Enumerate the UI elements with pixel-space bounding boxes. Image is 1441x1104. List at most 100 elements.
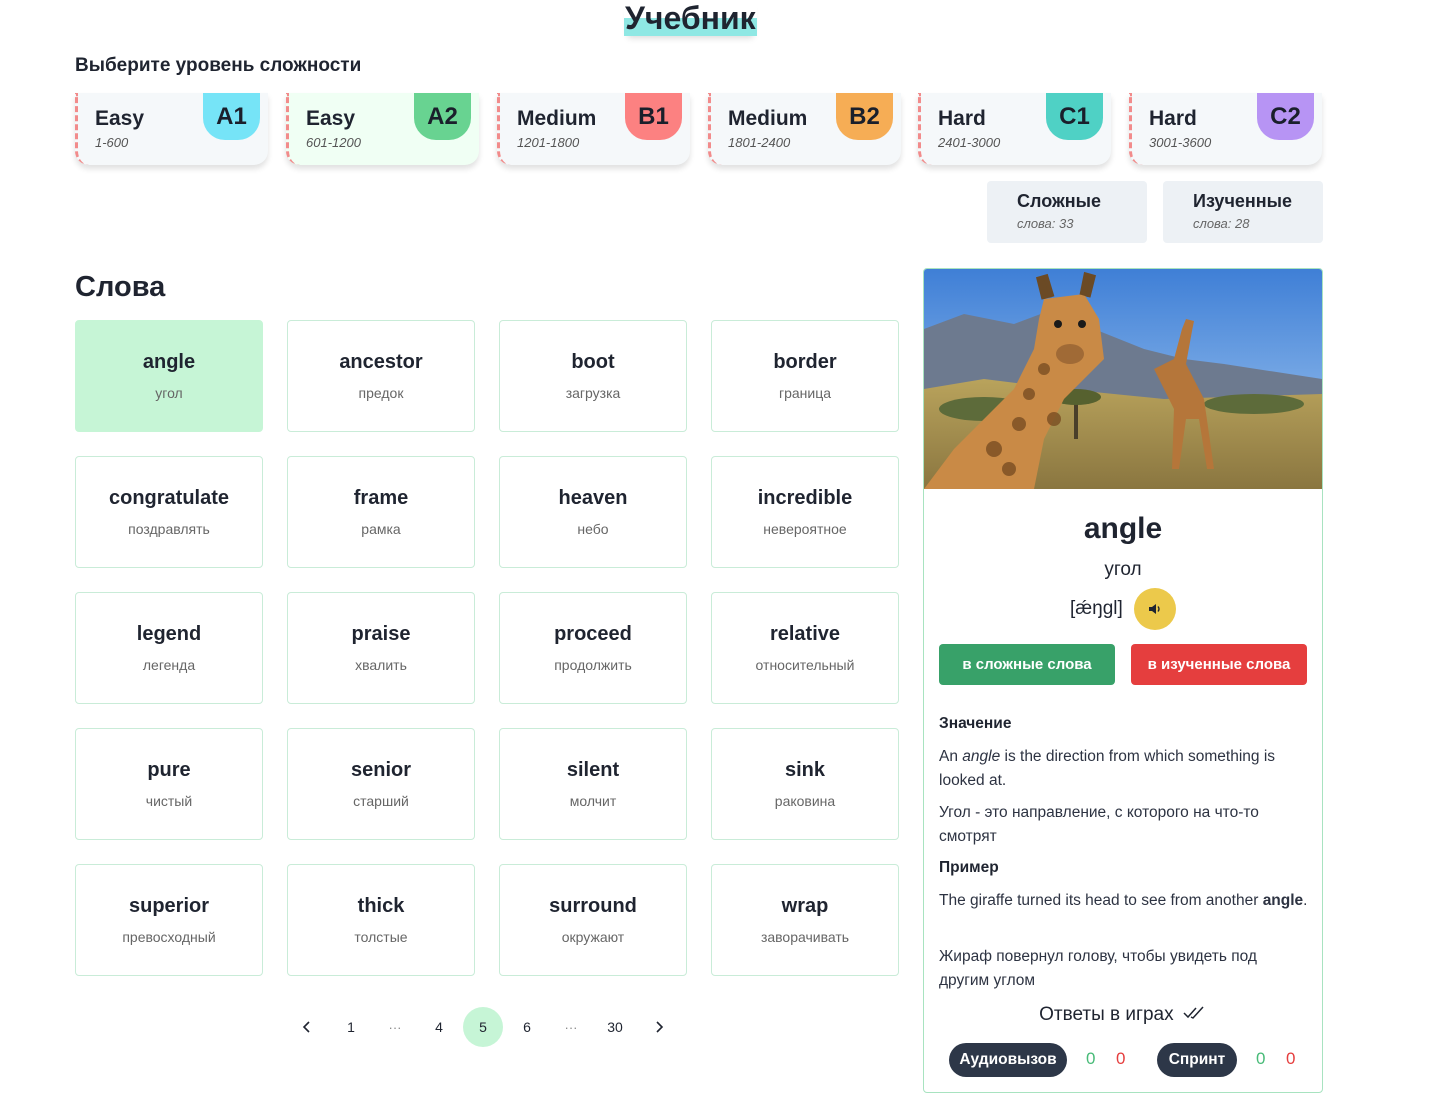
level-card-c1[interactable]: Hard 2401-3000 C1	[918, 93, 1111, 165]
word-english: angle	[142, 351, 196, 373]
double-check-icon	[1183, 1006, 1204, 1019]
word-translation: угол	[155, 385, 183, 401]
words-heading: Слова	[75, 271, 166, 303]
level-card-b2[interactable]: Medium 1801-2400 B2	[708, 93, 901, 165]
word-english: senior	[350, 759, 412, 781]
word-english: sink	[784, 759, 826, 781]
word-translation: превосходный	[122, 929, 216, 945]
word-card-congratulate[interactable]: congratulate поздравлять	[75, 456, 263, 568]
word-card-border[interactable]: border граница	[711, 320, 899, 432]
word-translation: поздравлять	[128, 521, 210, 537]
word-grid: angle угол ancestor предок boot загрузка borde…	[75, 320, 899, 976]
word-english: pure	[147, 759, 191, 781]
detail-translation: угол	[1104, 559, 1142, 580]
learned-words-section[interactable]: Изученные слова: 28	[1163, 181, 1323, 243]
word-card-surround[interactable]: surround окружают	[499, 864, 687, 976]
add-to-learned-button[interactable]: в изученные слова	[1131, 644, 1307, 685]
word-translation: молчит	[569, 793, 617, 809]
word-card-proceed[interactable]: proceed продолжить	[499, 592, 687, 704]
meaning-text: An angle is the direction from which som…	[939, 748, 1276, 789]
audio-play-button[interactable]	[1134, 588, 1176, 630]
pagination: 1 ··· 4 5 6 ··· 30	[287, 1007, 679, 1047]
level-card-a2[interactable]: Easy 601-1200 A2	[286, 93, 479, 165]
level-name: Medium	[728, 107, 808, 130]
word-english: heaven	[558, 487, 628, 509]
word-card-ancestor[interactable]: ancestor предок	[287, 320, 475, 432]
section-title: Сложные	[1017, 191, 1101, 211]
page-button-6[interactable]: 6	[507, 1007, 547, 1047]
page-button-4[interactable]: 4	[419, 1007, 459, 1047]
word-translation: рамка	[361, 521, 401, 537]
level-badge: C1	[1046, 93, 1103, 140]
detail-word: angle	[1083, 512, 1163, 545]
level-card-a1[interactable]: Easy 1-600 A1	[75, 93, 268, 165]
level-range: 601-1200	[306, 135, 361, 150]
add-to-hard-button[interactable]: в сложные слова	[939, 644, 1115, 685]
word-card-frame[interactable]: frame рамка	[287, 456, 475, 568]
word-translation: граница	[778, 385, 832, 401]
example-translation: Жираф повернул голову, чтобы увидеть под…	[939, 948, 1257, 989]
page-button-5[interactable]: 5	[463, 1007, 503, 1047]
word-english: surround	[549, 895, 637, 917]
section-count: слова: 33	[1017, 216, 1074, 231]
level-range: 1801-2400	[728, 135, 791, 150]
word-english: boot	[571, 351, 615, 373]
page-button-1[interactable]: 1	[331, 1007, 371, 1047]
sprint-right-count: 0	[1256, 1049, 1266, 1068]
word-card-heaven[interactable]: heaven небо	[499, 456, 687, 568]
word-translation: окружают	[561, 929, 625, 945]
page-ellipsis: ···	[388, 1019, 402, 1035]
level-card-b1[interactable]: Medium 1201-1800 B1	[497, 93, 690, 165]
word-card-angle[interactable]: angle угол	[75, 320, 263, 432]
word-translation: чистый	[145, 793, 193, 809]
word-card-praise[interactable]: praise хвалить	[287, 592, 475, 704]
level-badge: A2	[414, 93, 471, 140]
level-range: 2401-3000	[938, 135, 1001, 150]
game-answers-title: Ответы в играх	[924, 1004, 1322, 1026]
audiocall-right-count: 0	[1086, 1049, 1096, 1068]
word-card-sink[interactable]: sink раковина	[711, 728, 899, 840]
word-translation: продолжить	[554, 657, 632, 673]
word-card-relative[interactable]: relative относительный	[711, 592, 899, 704]
next-page-icon[interactable]	[639, 1007, 679, 1047]
word-card-incredible[interactable]: incredible невероятное	[711, 456, 899, 568]
word-translation: раковина	[774, 793, 836, 809]
hard-words-section[interactable]: Сложные слова: 33	[987, 181, 1147, 243]
level-badge: C2	[1257, 93, 1314, 140]
word-translation: толстые	[354, 929, 408, 945]
page-title: Учебник	[624, 0, 757, 36]
word-card-pure[interactable]: pure чистый	[75, 728, 263, 840]
detail-transcription: [ǽŋgl]	[1070, 598, 1123, 619]
word-translation: относительный	[755, 657, 855, 673]
level-range: 1201-1800	[517, 135, 580, 150]
word-card-wrap[interactable]: wrap заворачивать	[711, 864, 899, 976]
word-card-thick[interactable]: thick толстые	[287, 864, 475, 976]
word-image	[924, 269, 1322, 489]
level-name: Hard	[938, 107, 986, 130]
level-range: 3001-3600	[1149, 135, 1212, 150]
prev-page-icon[interactable]	[287, 1007, 327, 1047]
word-translation: небо	[577, 521, 609, 537]
example-label: Пример	[939, 859, 999, 876]
page-ellipsis: ···	[564, 1019, 578, 1035]
word-card-silent[interactable]: silent молчит	[499, 728, 687, 840]
game-sprint-badge[interactable]: Спринт	[1157, 1043, 1237, 1077]
word-english: frame	[353, 487, 409, 509]
section-count: слова: 28	[1193, 216, 1250, 231]
word-english: border	[773, 351, 837, 373]
word-card-superior[interactable]: superior превосходный	[75, 864, 263, 976]
word-card-senior[interactable]: senior старший	[287, 728, 475, 840]
word-card-legend[interactable]: legend легенда	[75, 592, 263, 704]
level-range: 1-600	[95, 135, 129, 150]
audiocall-wrong-count: 0	[1116, 1049, 1126, 1068]
word-card-boot[interactable]: boot загрузка	[499, 320, 687, 432]
page-button-30[interactable]: 30	[595, 1007, 635, 1047]
game-audiocall-badge[interactable]: Аудиовызов	[949, 1043, 1067, 1077]
example-text: The giraffe turned its head to see from …	[939, 892, 1308, 909]
level-card-c2[interactable]: Hard 3001-3600 C2	[1129, 93, 1322, 165]
sprint-wrong-count: 0	[1286, 1049, 1296, 1068]
level-heading: Выберите уровень сложности	[75, 55, 362, 76]
word-translation: старший	[353, 793, 409, 809]
word-english: congratulate	[108, 487, 230, 509]
level-selector: Easy 1-600 A1 Easy 601-1200 A2 Medium 12…	[75, 93, 1325, 165]
